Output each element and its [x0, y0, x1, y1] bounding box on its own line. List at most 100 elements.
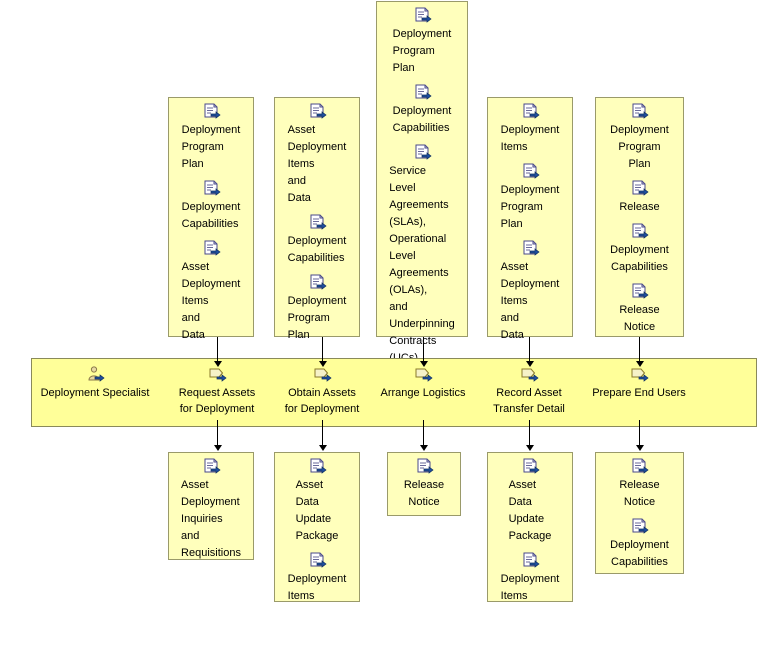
input-box-3[interactable]: Deployment Program Plan Deployment Capab… — [376, 1, 468, 364]
work-product-item[interactable]: Deployment Items — [286, 552, 349, 605]
work-product-item[interactable]: Deployment Capabilities — [180, 180, 243, 233]
work-product-item[interactable]: Asset Deployment Inquiries and Requisiti… — [179, 458, 243, 562]
work-product-label: Release Notice — [619, 479, 660, 508]
work-product-item[interactable]: Deployment Capabilities — [391, 84, 454, 137]
task-node-3[interactable]: Arrange Logistics — [367, 366, 479, 401]
task-node-5[interactable]: Prepare End Users — [582, 366, 696, 401]
work-product-icon — [632, 180, 650, 196]
work-product-label: Deployment Program Plan — [392, 28, 452, 74]
work-product-label: Deployment Items — [500, 124, 560, 153]
work-product-icon — [204, 180, 221, 196]
connector-output-2 — [322, 420, 323, 447]
work-product-icon — [415, 84, 432, 100]
work-product-icon — [632, 458, 650, 474]
work-product-label: Deployment Capabilities — [392, 105, 452, 134]
work-product-label: Deployment Capabilities — [610, 244, 669, 273]
work-product-label: Deployment Program Plan — [181, 124, 241, 170]
arrowhead-output-2 — [319, 445, 327, 451]
work-product-icon — [310, 552, 327, 568]
work-product-icon — [204, 240, 221, 256]
connector-output-1 — [217, 420, 218, 447]
work-product-icon — [632, 283, 650, 299]
work-product-item[interactable]: Deployment Program Plan — [499, 163, 562, 233]
task-node-4[interactable]: Record Asset Transfer Detail — [473, 366, 585, 417]
output-box-5[interactable]: Release Notice Deployment Capabilities — [595, 452, 684, 574]
task-label: Request Assets for Deployment — [178, 387, 256, 415]
work-product-label: Deployment Program Plan — [500, 184, 560, 230]
work-product-label: Asset Data Update Package — [508, 479, 552, 542]
input-box-4[interactable]: Deployment Items Deployment Program Plan — [487, 97, 573, 341]
connector-input-1 — [217, 337, 218, 362]
arrowhead-output-5 — [636, 445, 644, 451]
work-product-item[interactable]: Asset Deployment Items and Data — [180, 240, 243, 344]
work-product-item[interactable]: Release Notice — [402, 458, 446, 511]
work-product-icon — [632, 223, 650, 239]
work-product-label: Deployment Capabilities — [287, 235, 347, 264]
role-label: Deployment Specialist — [40, 387, 150, 399]
work-product-icon — [310, 274, 327, 290]
work-product-label: Asset Deployment Items and Data — [500, 261, 560, 341]
work-product-item[interactable]: Deployment Capabilities — [608, 518, 671, 571]
work-product-item[interactable]: Asset Deployment Items and Data — [499, 240, 562, 344]
work-product-icon — [632, 103, 650, 119]
work-product-label: Deployment Items — [287, 573, 347, 602]
work-product-icon — [523, 163, 540, 179]
work-product-item[interactable]: Asset Data Update Package — [294, 458, 341, 545]
connector-input-5 — [639, 337, 640, 362]
connector-output-3 — [423, 420, 424, 447]
task-label: Arrange Logistics — [380, 387, 466, 399]
output-box-1[interactable]: Asset Deployment Inquiries and Requisiti… — [168, 452, 254, 560]
work-product-icon — [204, 103, 221, 119]
input-box-1[interactable]: Deployment Program Plan Deployment Capab… — [168, 97, 254, 341]
input-box-2[interactable]: Asset Deployment Items and Data Deployme… — [274, 97, 360, 341]
work-product-item[interactable]: Deployment Items — [499, 103, 562, 156]
work-product-item[interactable]: Release Notice — [617, 283, 661, 336]
work-product-icon — [310, 458, 327, 474]
work-product-icon — [310, 103, 327, 119]
task-node-1[interactable]: Request Assets for Deployment — [160, 366, 274, 417]
work-product-item[interactable]: Release — [617, 180, 661, 216]
work-product-label: Deployment Items — [500, 573, 560, 602]
work-product-label: Service Level Agreements (SLAs), Operati… — [389, 165, 455, 364]
work-product-label: Asset Deployment Items and Data — [287, 124, 347, 204]
role-node-deployment-specialist[interactable]: Deployment Specialist — [36, 366, 154, 401]
work-product-icon — [523, 240, 540, 256]
task-icon — [631, 368, 649, 382]
work-product-item[interactable]: Deployment Capabilities — [286, 214, 349, 267]
work-product-item[interactable]: Asset Deployment Items and Data — [286, 103, 349, 207]
connector-input-2 — [322, 337, 323, 362]
work-product-icon — [310, 214, 327, 230]
connector-input-3 — [423, 337, 424, 362]
task-icon — [209, 368, 227, 382]
work-product-label: Release Notice — [619, 304, 660, 333]
work-product-item[interactable]: Release Notice — [617, 458, 661, 511]
work-product-item[interactable]: Service Level Agreements (SLAs), Operati… — [387, 144, 456, 367]
work-product-item[interactable]: Deployment Program Plan — [180, 103, 243, 173]
work-product-item[interactable]: Deployment Items — [499, 552, 562, 605]
connector-input-4 — [529, 337, 530, 362]
work-product-label: Deployment Capabilities — [181, 201, 241, 230]
output-box-4[interactable]: Asset Data Update Package Deployment Ite… — [487, 452, 573, 602]
output-box-3[interactable]: Release Notice — [387, 452, 461, 516]
connector-output-5 — [639, 420, 640, 447]
arrowhead-output-3 — [420, 445, 428, 451]
connector-output-4 — [529, 420, 530, 447]
work-product-icon — [415, 144, 432, 160]
work-product-item[interactable]: Asset Data Update Package — [507, 458, 554, 545]
output-box-2[interactable]: Asset Data Update Package Deployment Ite… — [274, 452, 360, 602]
work-product-label: Release — [619, 201, 660, 213]
work-product-icon — [204, 458, 221, 474]
work-product-label: Deployment Program Plan — [287, 295, 347, 341]
work-product-item[interactable]: Deployment Program Plan — [391, 7, 454, 77]
work-product-item[interactable]: Deployment Capabilities — [608, 223, 671, 276]
activity-diagram: Deployment Program Plan Deployment Capab… — [0, 0, 778, 645]
task-label: Obtain Assets for Deployment — [284, 387, 360, 415]
work-product-label: Asset Data Update Package — [295, 479, 339, 542]
input-box-5[interactable]: Deployment Program Plan Release Deployme… — [595, 97, 684, 337]
work-product-icon — [417, 458, 434, 474]
work-product-item[interactable]: Deployment Program Plan — [608, 103, 671, 173]
task-node-2[interactable]: Obtain Assets for Deployment — [266, 366, 378, 417]
work-product-item[interactable]: Deployment Program Plan — [286, 274, 349, 344]
task-icon — [314, 368, 332, 382]
work-product-icon — [523, 552, 540, 568]
